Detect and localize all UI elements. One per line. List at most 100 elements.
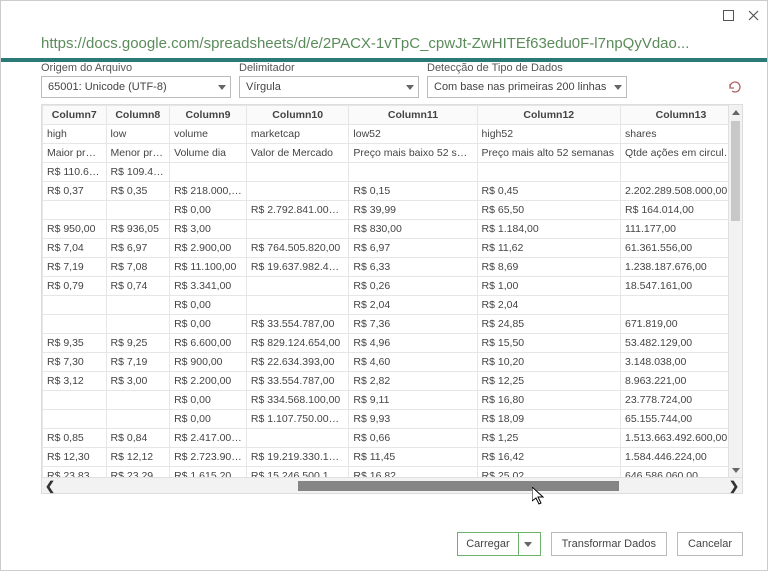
load-button[interactable]: Carregar [457,532,540,556]
table-cell: R$ 2.900,00 [170,239,247,258]
source-url: https://docs.google.com/spreadsheets/d/e… [1,29,767,58]
table-cell: 2.202.289.508.000,00 [621,182,742,201]
table-cell: 671.819,00 [621,315,742,334]
table-cell: Qtde ações em circulação [621,144,742,163]
scroll-down-icon[interactable] [729,463,742,477]
table-cell: R$ 11,62 [477,239,620,258]
table-cell: low52 [349,125,477,144]
table-row: R$ 0,00R$ 33.554.787,00R$ 7,36R$ 24,8567… [43,315,742,334]
table-cell: R$ 764.505.820,00 [246,239,348,258]
table-cell [106,201,170,220]
table-row: R$ 0,79R$ 0,74R$ 3.341,00R$ 0,26R$ 1,001… [43,277,742,296]
column-header[interactable]: Column9 [170,106,247,125]
table-cell: R$ 12,25 [477,372,620,391]
table-cell: R$ 10,20 [477,353,620,372]
scroll-right-icon[interactable]: ❯ [726,479,742,493]
scroll-thumb-vertical[interactable] [731,121,740,221]
table-row: R$ 7,04R$ 6,97R$ 2.900,00R$ 764.505.820,… [43,239,742,258]
transform-button[interactable]: Transformar Dados [551,532,667,556]
table-cell: R$ 0,00 [170,410,247,429]
table-cell: R$ 3,00 [170,220,247,239]
table-cell [106,296,170,315]
origin-select[interactable]: 65001: Unicode (UTF-8) [41,76,231,98]
table-cell: R$ 109.402,99 [106,163,170,182]
vertical-scrollbar[interactable] [728,105,742,477]
table-cell: R$ 7,30 [43,353,107,372]
cancel-button[interactable]: Cancelar [677,532,743,556]
table-cell: R$ 0,26 [349,277,477,296]
table-cell: R$ 0,00 [170,296,247,315]
table-cell: R$ 15,50 [477,334,620,353]
table-cell: R$ 110.662,73 [43,163,107,182]
table-row: R$ 0,00R$ 1.107.750.000,00R$ 9,93R$ 18,0… [43,410,742,429]
table-cell [106,410,170,429]
table-cell [43,201,107,220]
table-cell: Preço mais alto 52 semanas [477,144,620,163]
table-cell [43,315,107,334]
scroll-left-icon[interactable]: ❮ [42,479,58,493]
options-row: Origem do Arquivo 65001: Unicode (UTF-8)… [1,62,767,104]
column-header[interactable]: Column13 [621,106,742,125]
column-header[interactable]: Column8 [106,106,170,125]
table-cell [246,182,348,201]
detection-select[interactable]: Com base nas primeiras 200 linhas [427,76,627,98]
table-cell: R$ 7,19 [43,258,107,277]
table-cell: R$ 2,82 [349,372,477,391]
table-cell: R$ 164.014,00 [621,201,742,220]
table-cell [106,315,170,334]
column-header[interactable]: Column11 [349,106,477,125]
table-cell [43,410,107,429]
table-cell: R$ 950,00 [43,220,107,239]
refresh-icon[interactable] [727,79,743,98]
table-cell: 1.584.446.224,00 [621,448,742,467]
scroll-up-icon[interactable] [729,105,742,119]
maximize-icon[interactable] [723,10,734,21]
table-cell: R$ 16,42 [477,448,620,467]
table-cell: R$ 1,25 [477,429,620,448]
table-cell: R$ 0,74 [106,277,170,296]
table-cell [246,220,348,239]
table-cell: R$ 33.554.787,00 [246,315,348,334]
table-row: R$ 7,19R$ 7,08R$ 11.100,00R$ 19.637.982.… [43,258,742,277]
scroll-thumb-horizontal[interactable] [298,481,619,491]
column-header[interactable]: Column12 [477,106,620,125]
table-cell: R$ 0,66 [349,429,477,448]
delimiter-select[interactable]: Vírgula [239,76,419,98]
table-cell: R$ 16,80 [477,391,620,410]
table-cell: R$ 9,93 [349,410,477,429]
close-icon[interactable] [748,10,759,21]
table-row: R$ 0,00R$ 334.568.100,00R$ 9,11R$ 16,802… [43,391,742,410]
table-cell: 23.778.724,00 [621,391,742,410]
table-cell: marketcap [246,125,348,144]
table-cell: R$ 65,50 [477,201,620,220]
table-row: highlowvolumemarketcaplow52high52shares [43,125,742,144]
table-cell: 1.513.663.492.600,00 [621,429,742,448]
table-cell: R$ 6.600,00 [170,334,247,353]
table-cell: 1.238.187.676,00 [621,258,742,277]
delimiter-value: Vírgula [246,81,281,93]
table-row: R$ 12,30R$ 12,12R$ 2.723.900,00R$ 19.219… [43,448,742,467]
table-cell: R$ 7,08 [106,258,170,277]
table-cell: R$ 0,00 [170,201,247,220]
table-cell: R$ 12,12 [106,448,170,467]
table-row: R$ 0,37R$ 0,35R$ 218.000,00R$ 0,15R$ 0,4… [43,182,742,201]
table-cell [621,163,742,182]
table-cell [621,296,742,315]
table-cell: R$ 19.219.330.161,00 [246,448,348,467]
table-cell: shares [621,125,742,144]
horizontal-scrollbar[interactable]: ❮ ❯ [42,477,742,493]
table-cell [170,163,247,182]
table-cell: R$ 7,04 [43,239,107,258]
table-row: R$ 0,00R$ 2.792.841.000,00R$ 39,99R$ 65,… [43,201,742,220]
load-dropdown-icon[interactable] [518,533,532,555]
column-header[interactable]: Column10 [246,106,348,125]
table-cell: 18.547.161,00 [621,277,742,296]
table-cell: R$ 0,84 [106,429,170,448]
chevron-down-icon [218,85,226,90]
table-cell: 65.155.744,00 [621,410,742,429]
column-header[interactable]: Column7 [43,106,107,125]
table-cell: R$ 8,69 [477,258,620,277]
detection-label: Detecção de Tipo de Dados [427,62,627,74]
table-cell: 53.482.129,00 [621,334,742,353]
table-cell: 3.148.038,00 [621,353,742,372]
